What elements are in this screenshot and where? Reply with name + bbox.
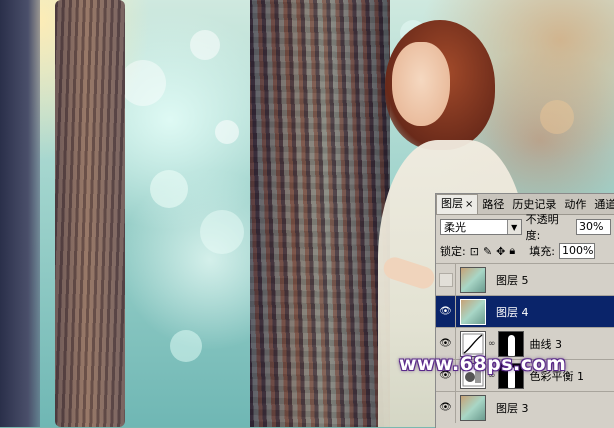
layer-row[interactable]: 👁︎ 图层 4: [436, 295, 614, 327]
fill-label: 填充:: [529, 245, 555, 258]
tab-label: 图层: [441, 197, 463, 210]
watermark: www.68ps.com: [399, 353, 567, 375]
visibility-toggle[interactable]: 👁︎: [436, 296, 456, 327]
lock-transparency-icon[interactable]: ⊡: [470, 245, 479, 258]
opacity-label: 不透明度:: [525, 213, 559, 242]
blend-mode-select[interactable]: 柔光 ▼: [440, 219, 522, 235]
layer-thumbnail: [460, 394, 486, 421]
eye-icon: 👁︎: [439, 338, 452, 349]
tab-layers[interactable]: 图层 ×: [436, 194, 479, 214]
tree-trunk-left: [0, 0, 40, 427]
bokeh-light: [540, 100, 574, 134]
tab-channels[interactable]: 通道: [590, 196, 614, 214]
curves-graph: [462, 333, 484, 354]
bokeh-light: [150, 170, 188, 208]
bokeh-light: [200, 210, 244, 254]
layer-row[interactable]: 👁︎ 图层 3: [436, 391, 614, 423]
link-icon[interactable]: ∞: [488, 339, 496, 349]
eye-icon: 👁︎: [439, 306, 452, 317]
fill-field[interactable]: 100%: [558, 243, 595, 259]
layer-name: 图层 3: [496, 401, 529, 415]
layer-row[interactable]: 图层 5: [436, 263, 614, 295]
visibility-toggle[interactable]: [436, 264, 456, 295]
layer-thumbnail: [460, 298, 486, 325]
lock-position-icon[interactable]: ✥: [496, 245, 505, 258]
lock-label: 锁定:: [440, 245, 466, 258]
layer-name: 图层 4: [496, 305, 529, 319]
blend-mode-value: 柔光: [444, 221, 466, 234]
bokeh-light: [215, 120, 239, 144]
eye-icon: 👁︎: [439, 402, 452, 413]
tab-paths[interactable]: 路径: [478, 196, 508, 214]
tree-trunk-main: [250, 0, 390, 427]
blend-row: 柔光 ▼ 不透明度: 30%: [436, 213, 614, 242]
layer-name: 曲线 3: [529, 337, 563, 351]
close-icon[interactable]: ×: [465, 199, 473, 210]
empty-visibility-icon: [438, 272, 453, 287]
bokeh-light: [120, 60, 166, 106]
woman-face: [392, 42, 450, 126]
opacity-field[interactable]: 30%: [575, 219, 611, 235]
visibility-toggle[interactable]: 👁︎: [436, 392, 456, 423]
bokeh-light: [170, 330, 202, 362]
lock-pixels-icon[interactable]: ✎: [483, 245, 492, 258]
layer-thumbnail: [460, 266, 486, 293]
bokeh-light: [190, 30, 220, 60]
tree-trunk-thin: [55, 0, 125, 427]
lock-all-icon[interactable]: 🔒︎: [509, 244, 515, 258]
chevron-down-icon: ▼: [506, 220, 521, 234]
layer-name: 图层 5: [496, 273, 529, 287]
layers-panel: 图层× 路径 历史记录 动作 通道 柔光 ▼ 不透明度: 30% 锁定: ⊡ ✎…: [435, 193, 614, 428]
